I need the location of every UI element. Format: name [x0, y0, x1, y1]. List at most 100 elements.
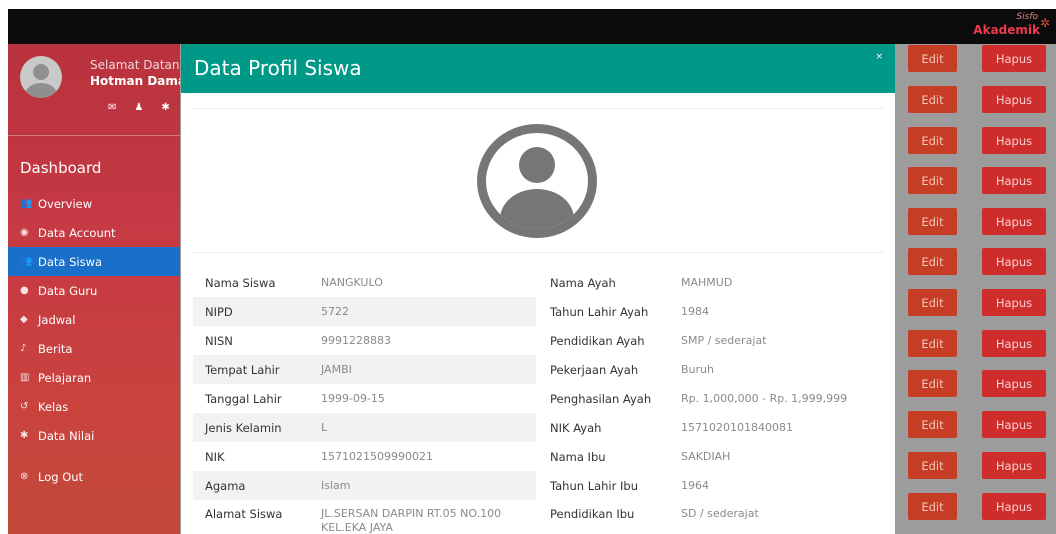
table-row: Tempat Lahir JAMBI Pekerjaan Ayah Buruh: [193, 355, 883, 384]
delete-button[interactable]: Hapus: [982, 45, 1046, 72]
field-value: SD / sederajat: [681, 507, 759, 520]
field-label: NIK: [205, 449, 225, 464]
delete-button[interactable]: Hapus: [982, 248, 1046, 275]
eye-icon: ◉: [20, 227, 29, 238]
sidebar-item-jadwal[interactable]: ◆ Jadwal: [8, 305, 180, 334]
field-label: Jenis Kelamin: [193, 413, 309, 442]
edit-button[interactable]: Edit: [908, 45, 957, 72]
sidebar-item-label: Overview: [38, 196, 93, 211]
sidebar-item-data-siswa[interactable]: 👥 Data Siswa: [8, 247, 180, 276]
field-label: Tahun Lahir Ayah: [550, 304, 649, 319]
close-circle-icon: ⊗: [20, 471, 29, 482]
field-value: 9991228883: [321, 334, 391, 347]
delete-button[interactable]: Hapus: [982, 167, 1046, 194]
edit-button[interactable]: Edit: [908, 330, 957, 357]
table-row: Alamat Siswa JL.SERSAN DARPIN RT.05 NO.1…: [193, 500, 883, 534]
divider: [193, 252, 883, 253]
sidebar-nav: 👥 Overview ◉ Data Account 👥 Data Siswa ● Dat…: [8, 189, 180, 450]
users-icon: 👥: [20, 198, 33, 209]
field-label: Pekerjaan Ayah: [550, 362, 639, 377]
field-label: NISN: [205, 333, 233, 348]
field-value: 1964: [681, 479, 709, 492]
field-label: Pendidikan Ayah: [550, 333, 645, 348]
sidebar-item-label: Data Nilai: [38, 428, 95, 443]
delete-button[interactable]: Hapus: [982, 86, 1046, 113]
edit-button[interactable]: Edit: [908, 86, 957, 113]
field-value: Rp. 1,000,000 - Rp. 1,999,999: [681, 392, 848, 405]
field-value: SMP / sederajat: [681, 334, 767, 347]
gear-icon: ✱: [20, 430, 29, 441]
field-value: SAKDIAH: [681, 450, 731, 463]
table-row: Tanggal Lahir 1999-09-15 Penghasilan Aya…: [193, 384, 883, 413]
edit-button[interactable]: Edit: [908, 493, 957, 520]
sidebar-item-label: Berita: [38, 341, 73, 356]
brand-line2: Akademik: [973, 23, 1040, 37]
field-label: Tahun Lahir Ibu: [550, 478, 638, 493]
brand-logo[interactable]: Sisfo Akademik ✲: [973, 12, 1052, 40]
refresh-icon: ↺: [20, 401, 29, 412]
field-value: Buruh: [681, 363, 714, 376]
sidebar-item-label: Data Guru: [38, 283, 98, 298]
sidebar-item-data-nilai[interactable]: ✱ Data Nilai: [8, 421, 180, 450]
delete-button[interactable]: Hapus: [982, 208, 1046, 235]
sidebar-item-label: Data Account: [38, 225, 116, 240]
profile-modal: Data Profil Siswa × Nama Siswa NANGKULO …: [181, 44, 895, 534]
delete-button[interactable]: Hapus: [982, 289, 1046, 316]
circle-icon: ●: [20, 285, 29, 296]
sidebar-item-data-guru[interactable]: ● Data Guru: [8, 276, 180, 305]
table-row: Jenis Kelamin L NIK Ayah 157102010184008…: [193, 413, 883, 442]
sidebar-item-label: Pelajaran: [38, 370, 92, 385]
delete-button[interactable]: Hapus: [982, 452, 1046, 479]
delete-button[interactable]: Hapus: [982, 330, 1046, 357]
avatar: [20, 56, 62, 98]
table-row: Nama Siswa NANGKULO Nama Ayah MAHMUD: [193, 268, 883, 297]
sidebar-item-kelas[interactable]: ↺ Kelas: [8, 392, 180, 421]
sidebar-divider: [8, 135, 180, 136]
edit-button[interactable]: Edit: [908, 167, 957, 194]
field-label: Penghasilan Ayah: [550, 391, 652, 406]
modal-header: Data Profil Siswa ×: [181, 44, 895, 93]
delete-button[interactable]: Hapus: [982, 411, 1046, 438]
sidebar-item-data-account[interactable]: ◉ Data Account: [8, 218, 180, 247]
sidebar-item-logout[interactable]: ⊗ Log Out: [8, 462, 180, 491]
field-value: JAMBI: [309, 355, 536, 384]
field-value: Islam: [309, 471, 536, 500]
profile-photo: [477, 124, 597, 238]
field-value: 1571020101840081: [681, 421, 793, 434]
table-row: Agama Islam Tahun Lahir Ibu 1964: [193, 471, 883, 500]
user-icon[interactable]: ♟: [134, 102, 143, 113]
envelope-icon[interactable]: ✉: [108, 102, 116, 113]
username-text: Hotman Dama: [90, 74, 187, 88]
sidebar-item-berita[interactable]: ♪ Berita: [8, 334, 180, 363]
sidebar-profile: Selamat Datan Hotman Dama ✉ ♟ ✱: [8, 44, 186, 136]
close-icon[interactable]: ×: [875, 52, 883, 62]
edit-button[interactable]: Edit: [908, 248, 957, 275]
table-row: NIPD 5722 Tahun Lahir Ayah 1984: [193, 297, 883, 326]
field-value: 5722: [309, 297, 536, 326]
edit-button[interactable]: Edit: [908, 370, 957, 397]
delete-button[interactable]: Hapus: [982, 370, 1046, 397]
gear-icon[interactable]: ✱: [161, 102, 169, 113]
edit-button[interactable]: Edit: [908, 289, 957, 316]
bell-icon: ♪: [20, 343, 27, 354]
sidebar-item-label: Data Siswa: [38, 254, 103, 269]
sidebar-item-pelajaran[interactable]: ▥ Pelajaran: [8, 363, 180, 392]
sidebar-item-label: Jadwal: [38, 312, 76, 327]
edit-button[interactable]: Edit: [908, 208, 957, 235]
profile-table: Nama Siswa NANGKULO Nama Ayah MAHMUD NIP…: [193, 268, 883, 534]
field-value: NANGKULO: [321, 276, 383, 289]
field-label: Pendidikan Ibu: [550, 507, 635, 521]
sidebar-item-overview[interactable]: 👥 Overview: [8, 189, 180, 218]
delete-button[interactable]: Hapus: [982, 493, 1046, 520]
edit-button[interactable]: Edit: [908, 411, 957, 438]
divider: [193, 108, 883, 109]
sidebar-item-label: Kelas: [38, 399, 69, 414]
table-row: NISN 9991228883 Pendidikan Ayah SMP / se…: [193, 326, 883, 355]
brand-line1: Sisfo: [1016, 12, 1038, 22]
edit-button[interactable]: Edit: [908, 127, 957, 154]
field-label: Nama Ayah: [550, 275, 616, 290]
edit-button[interactable]: Edit: [908, 452, 957, 479]
delete-button[interactable]: Hapus: [982, 127, 1046, 154]
profile-icons: ✉ ♟ ✱: [108, 102, 188, 113]
field-label: Alamat Siswa: [205, 507, 283, 521]
